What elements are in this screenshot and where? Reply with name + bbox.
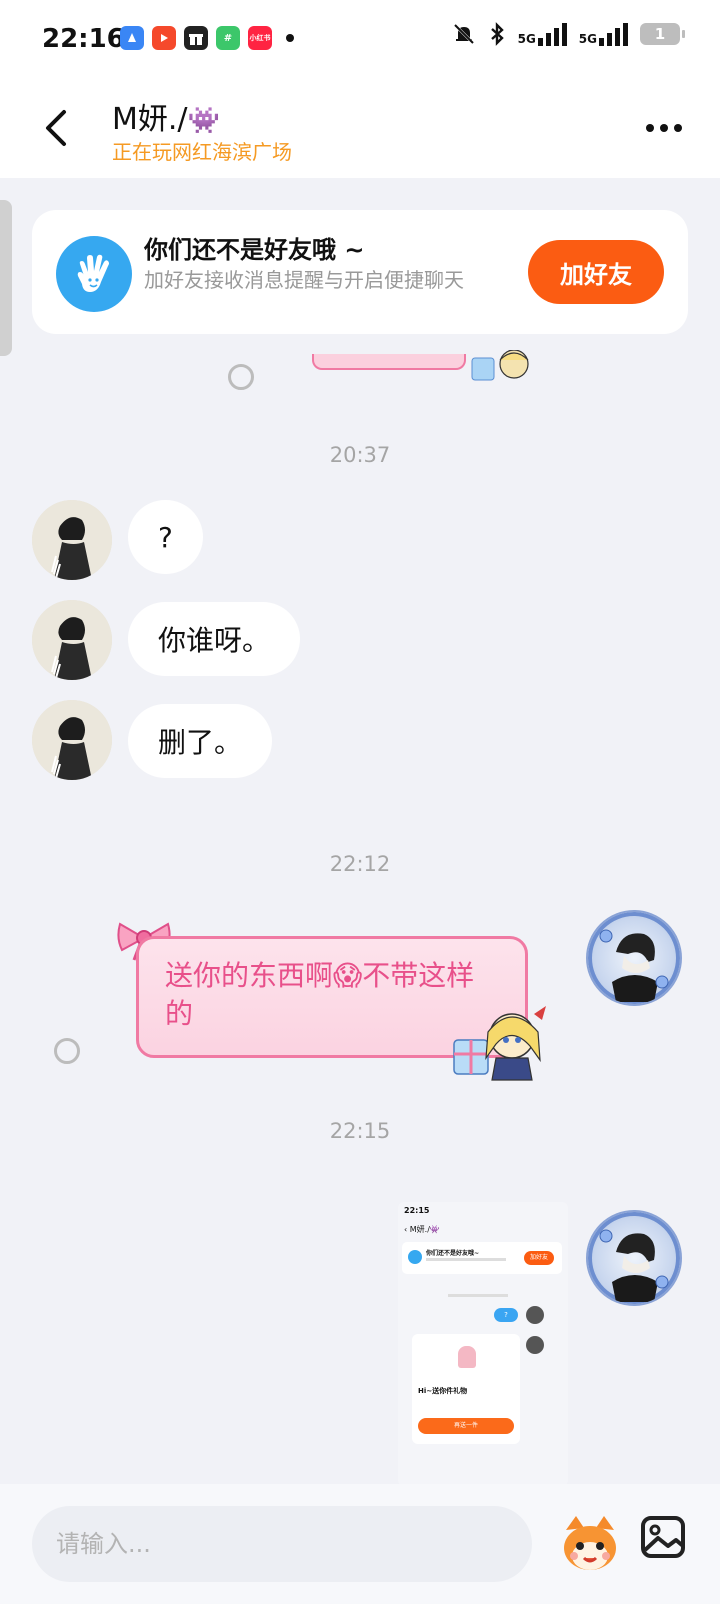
chat-header: M妍./👾 正在玩网红海滨广场 (0, 80, 720, 178)
chevron-left-icon (46, 110, 66, 146)
received-message-bubble[interactable]: 删了。 (128, 704, 273, 778)
scroll-handle[interactable] (0, 200, 12, 356)
sticker-icon (471, 350, 529, 381)
message-text: 删了。 (158, 726, 243, 759)
xiaohongshu-app-icon: 小红书 (248, 26, 272, 50)
not-friend-banner: 你们还不是好友哦 ~ 加好友接收消息提醒与开启便捷聊天 加好友 (32, 210, 688, 334)
message-text: 送你的东西啊😱不带这样的 (165, 959, 475, 1030)
message-input-bar (0, 1484, 720, 1604)
more-dot (660, 124, 668, 132)
back-button[interactable] (32, 104, 80, 152)
message-timestamp: 20:37 (329, 443, 391, 467)
thumb-banner-desc (426, 1258, 506, 1261)
alien-emoji: 👾 (187, 106, 220, 136)
thumb-gift-card: Hi~送你件礼物 再送一件 (412, 1334, 520, 1444)
signal-2-icon: 5G (579, 22, 628, 46)
battery-icon: 1 (640, 23, 685, 45)
thumb-title-text: M妍./👾 (409, 1225, 440, 1234)
previous-message-bubble[interactable] (312, 354, 466, 370)
sticker-button[interactable] (556, 1510, 624, 1578)
more-dot (674, 124, 682, 132)
user-avatar[interactable] (586, 910, 682, 1006)
video-app-icon (152, 26, 176, 50)
thumb-time: 22:15 (404, 1206, 430, 1215)
thumb-banner-title: 你们还不是好友哦~ (426, 1250, 480, 1257)
wechat-app-label: # (223, 32, 233, 44)
bluetooth-icon (490, 22, 504, 46)
contact-avatar[interactable] (32, 500, 112, 580)
fox-mascot-icon (564, 1516, 616, 1570)
thumb-title: ‹ M妍./👾 (404, 1225, 440, 1234)
message-text: 你谁呀。 (158, 624, 271, 657)
notification-icons: # 小红书 (120, 26, 294, 50)
contact-avatar[interactable] (32, 600, 112, 680)
clock: 22:16 (42, 24, 125, 54)
banner-title: 你们还不是好友哦 ~ (144, 236, 365, 264)
thumb-bubble: ? (494, 1308, 518, 1322)
contact-activity: 正在玩网红海滨广场 (112, 140, 292, 164)
image-icon (641, 1516, 685, 1558)
blue-app-icon (120, 26, 144, 50)
network-type-1: 5G (517, 32, 536, 46)
anime-girl-sticker-icon (453, 1006, 546, 1081)
battery-level: 1 (654, 25, 666, 43)
message-status-indicator (228, 364, 254, 390)
gift-app-icon (184, 26, 208, 50)
thumb-gift-button: 再送一件 (418, 1418, 514, 1434)
contact-avatar[interactable] (32, 700, 112, 780)
wechat-app-icon: # (216, 26, 240, 50)
message-text: ? (158, 520, 173, 554)
thumb-hand-icon (408, 1250, 422, 1264)
thumb-gift-text: Hi~送你件礼物 (418, 1387, 468, 1395)
contact-name: M妍./ (112, 102, 188, 137)
sent-image-thumbnail[interactable]: 22:15 ‹ M妍./👾 你们还不是好友哦~ 加好友 ? Hi~送你件礼物 再… (398, 1202, 568, 1486)
add-friend-button[interactable]: 加好友 (528, 240, 664, 304)
mute-bell-icon (453, 23, 474, 45)
thumb-avatar (526, 1306, 544, 1324)
thumb-timestamp (448, 1294, 508, 1297)
user-avatar[interactable] (586, 1210, 682, 1306)
thumb-gift-icon (458, 1346, 476, 1368)
xiaohongshu-app-label: 小红书 (249, 34, 271, 42)
system-status: 5G 5G 1 (452, 22, 685, 46)
message-timestamp: 22:12 (329, 852, 391, 876)
status-bar: 22:16 # 小红书 5G 5G 1 (0, 0, 720, 80)
wave-hand-icon (56, 236, 132, 312)
message-input[interactable] (32, 1506, 532, 1582)
thumb-banner: 你们还不是好友哦~ 加好友 (402, 1242, 562, 1274)
received-message-bubble[interactable]: ? (128, 500, 203, 574)
image-picker-button[interactable] (638, 1512, 690, 1564)
more-dot (646, 124, 654, 132)
more-options-button[interactable] (636, 104, 692, 152)
received-message-bubble[interactable]: 你谁呀。 (128, 602, 301, 676)
chat-title: M妍./👾 (112, 94, 220, 138)
thumb-add-button: 加好友 (524, 1251, 554, 1265)
thumb-avatar (526, 1336, 544, 1354)
banner-description: 加好友接收消息提醒与开启便捷聊天 (144, 268, 464, 292)
message-timestamp: 22:15 (329, 1119, 391, 1143)
signal-1-icon: 5G (518, 22, 567, 46)
network-type-2: 5G (578, 32, 597, 46)
more-notifications-dot (286, 34, 294, 42)
message-status-indicator (54, 1038, 80, 1064)
